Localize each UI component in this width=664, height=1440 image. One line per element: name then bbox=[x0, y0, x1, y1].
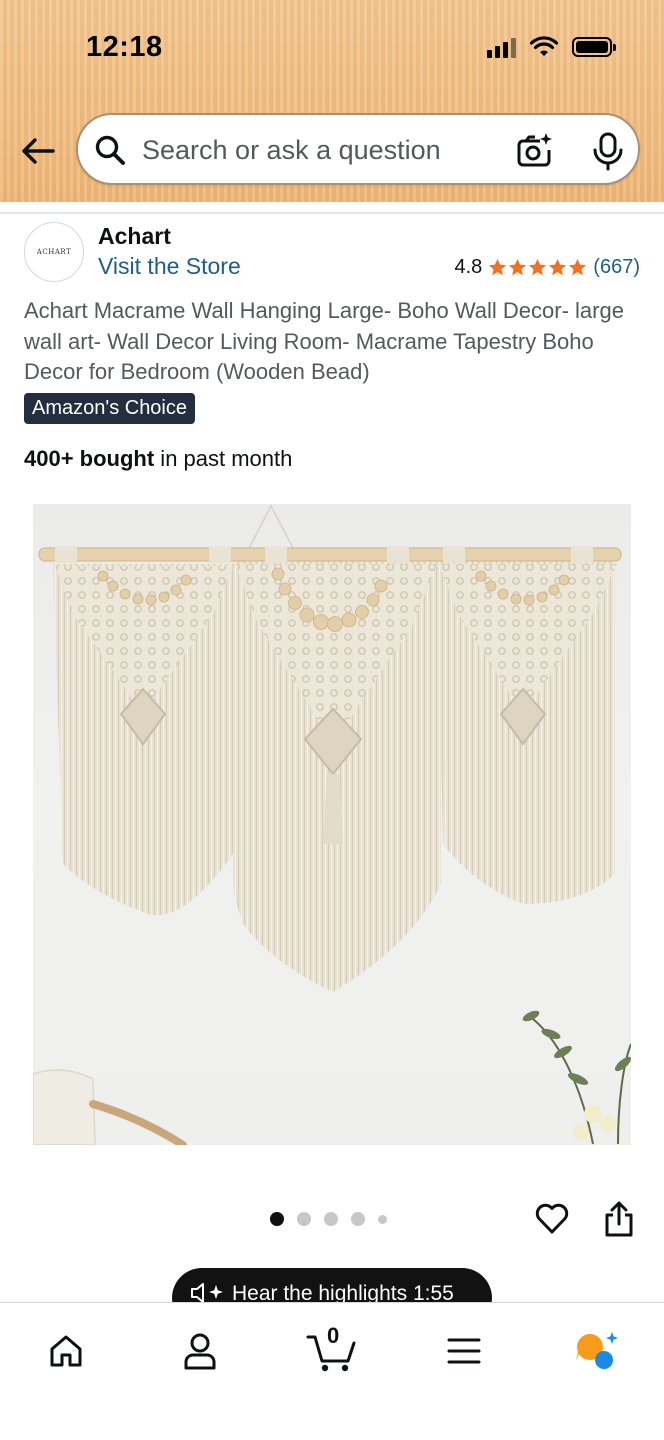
nav-cart[interactable]: 0 bbox=[304, 1323, 360, 1379]
star-rating bbox=[488, 258, 587, 277]
nav-home[interactable] bbox=[38, 1323, 94, 1379]
product-image[interactable] bbox=[33, 504, 631, 1145]
store-logo-text: ACHART bbox=[36, 248, 72, 256]
signal-icon bbox=[487, 36, 516, 58]
star-icon bbox=[529, 258, 547, 276]
visit-store-link[interactable]: Visit the Store bbox=[98, 253, 241, 280]
speaker-sparkle-icon bbox=[191, 1283, 223, 1303]
store-name: Achart bbox=[98, 223, 171, 249]
product-title: Achart Macrame Wall Hanging Large- Boho … bbox=[24, 298, 624, 384]
amazons-choice-badge: Amazon's Choice bbox=[24, 393, 195, 424]
carousel-dot-active[interactable] bbox=[270, 1212, 284, 1226]
search-box[interactable] bbox=[76, 113, 640, 185]
star-icon bbox=[569, 258, 587, 276]
heart-icon[interactable] bbox=[534, 1200, 570, 1236]
header: 12:18 bbox=[0, 0, 664, 202]
account-icon bbox=[184, 1333, 216, 1370]
camera-lens-icon[interactable] bbox=[514, 131, 554, 171]
search-input[interactable] bbox=[140, 129, 504, 171]
nav-account[interactable] bbox=[172, 1323, 228, 1379]
cart-count: 0 bbox=[327, 1323, 340, 1348]
back-arrow-icon[interactable] bbox=[20, 133, 56, 169]
carousel-dot[interactable] bbox=[378, 1214, 387, 1224]
bought-period: in past month bbox=[154, 446, 293, 471]
star-icon bbox=[489, 258, 507, 276]
menu-icon bbox=[447, 1338, 481, 1364]
wifi-icon bbox=[530, 36, 558, 56]
rating-value: 4.8 bbox=[454, 256, 483, 278]
star-icon bbox=[509, 258, 527, 276]
status-icons bbox=[487, 36, 616, 58]
store-logo[interactable]: ACHART bbox=[24, 222, 84, 282]
microphone-icon[interactable] bbox=[590, 131, 626, 171]
star-icon bbox=[549, 258, 567, 276]
carousel-dot[interactable] bbox=[297, 1212, 311, 1226]
nav-rufus[interactable] bbox=[568, 1323, 624, 1379]
rating-row[interactable]: 4.8 (667) bbox=[454, 256, 640, 279]
divider bbox=[0, 212, 664, 214]
share-icon[interactable] bbox=[602, 1200, 636, 1238]
search-icon bbox=[95, 135, 125, 165]
bottom-nav: 0 bbox=[0, 1302, 664, 1440]
image-carousel-dots[interactable] bbox=[270, 1212, 387, 1226]
bought-count: 400+ bought bbox=[24, 446, 155, 471]
review-count-link[interactable]: (667) bbox=[593, 256, 640, 279]
rufus-icon bbox=[576, 1332, 618, 1369]
product-page: 12:18 Search or ask a question ACHART Ac… bbox=[0, 0, 664, 1440]
nav-menu[interactable] bbox=[436, 1323, 492, 1379]
macrame-wall-hanging-image bbox=[33, 504, 631, 1145]
battery-icon bbox=[572, 37, 616, 57]
status-time: 12:18 bbox=[86, 31, 163, 63]
carousel-dot[interactable] bbox=[324, 1212, 338, 1226]
home-icon bbox=[50, 1335, 82, 1367]
carousel-dot[interactable] bbox=[351, 1212, 365, 1226]
bought-in-past-month: 400+ bought in past month bbox=[24, 446, 292, 472]
status-bar: 12:18 bbox=[0, 0, 664, 100]
